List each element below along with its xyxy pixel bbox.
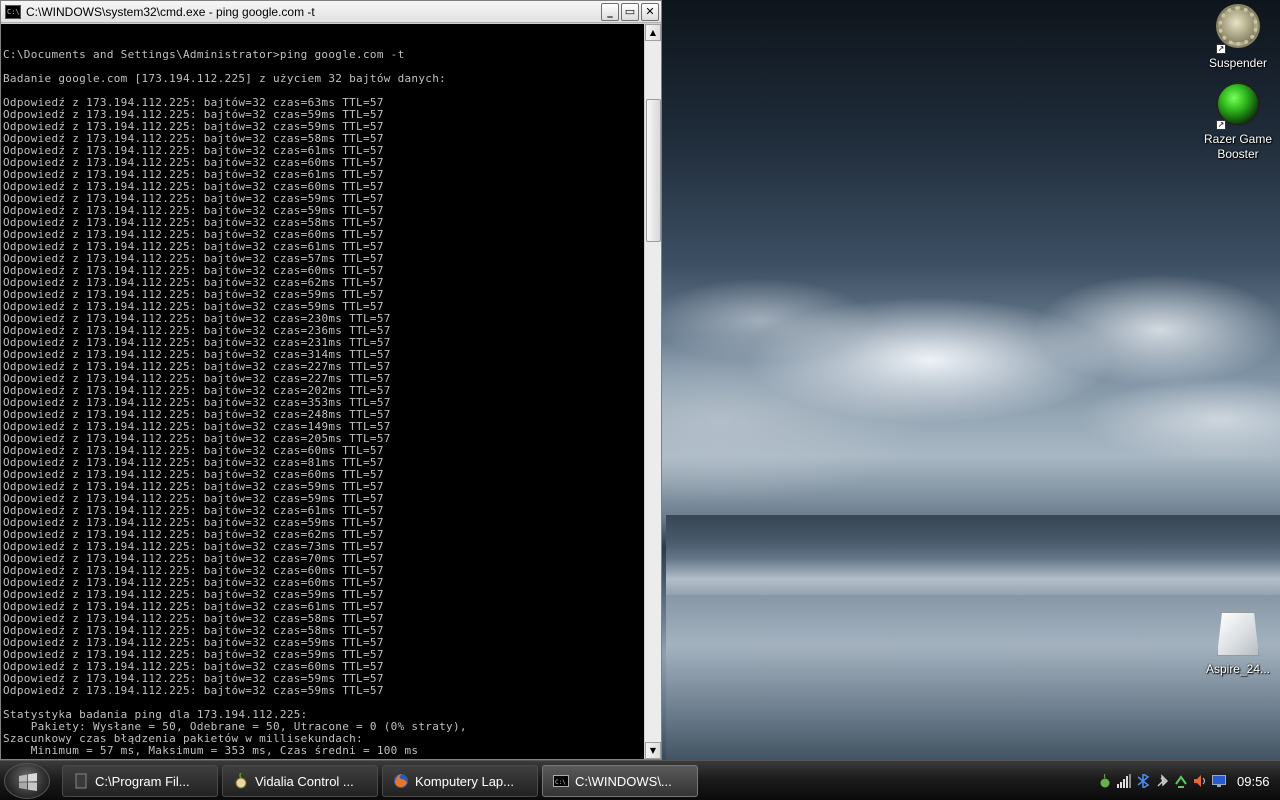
taskbar-item-cmd[interactable]: C:\ C:\WINDOWS\... [542, 765, 698, 797]
taskbar-item-label: C:\Program Fil... [95, 773, 190, 789]
scroll-up-arrow-icon[interactable]: ▲ [645, 24, 661, 41]
console-stats-line: Minimum = 57 ms, Maksimum = 353 ms, Czas… [3, 744, 419, 757]
start-button[interactable] [4, 763, 50, 799]
razer-booster-icon: ↗ [1214, 82, 1262, 130]
desktop-icon-label: Suspender [1208, 56, 1268, 70]
cmd-window[interactable]: C:\ C:\WINDOWS\system32\cmd.exe - ping g… [0, 0, 662, 760]
taskbar-item-label: Komputery Lap... [415, 773, 514, 789]
wallpaper-beach [666, 595, 1280, 760]
scroll-down-arrow-icon[interactable]: ▼ [645, 742, 661, 759]
firefox-icon [394, 774, 408, 788]
svg-text:C:\: C:\ [555, 779, 566, 786]
reply-list: Odpowiedź z 173.194.112.225: bajtów=32 c… [3, 97, 644, 697]
console-header-line: Badanie google.com [173.194.112.225] z u… [3, 72, 447, 85]
taskbar-item-firefox[interactable]: Komputery Lap... [382, 765, 538, 797]
desktop-icon-suspender[interactable]: ↗ Suspender [1196, 2, 1280, 71]
windows-logo-icon [19, 773, 37, 791]
display-icon[interactable] [1212, 774, 1226, 788]
ping-reply-prefix: Odpowiedź z 173.194.112.225: bajtów=32 c… [3, 684, 308, 697]
taskbar-item-label: Vidalia Control ... [255, 773, 354, 789]
system-tray: 09:56 [1098, 761, 1280, 800]
volume-icon[interactable] [1193, 774, 1207, 788]
wallpaper-sea [666, 515, 1280, 595]
window-title: C:\WINDOWS\system32\cmd.exe - ping googl… [26, 4, 315, 19]
ping-reply-value: 59ms TTL=57 [307, 684, 384, 697]
bluetooth-icon[interactable] [1136, 774, 1150, 788]
taskbar-clock[interactable]: 09:56 [1237, 774, 1270, 789]
console-prompt-line: C:\Documents and Settings\Administrator>… [3, 48, 405, 61]
desktop-icon-razer-game-booster[interactable]: ↗ Razer Game Booster [1196, 80, 1280, 162]
ping-reply-line: Odpowiedź z 173.194.112.225: bajtów=32 c… [3, 685, 644, 697]
console-icon: C:\ [553, 775, 569, 787]
shortcut-arrow-icon: ↗ [1216, 44, 1226, 54]
taskbar-item-vidalia[interactable]: Vidalia Control ... [222, 765, 378, 797]
console-scrollbar[interactable]: ▲ ▼ [644, 24, 661, 759]
vidalia-tray-icon[interactable] [1098, 774, 1112, 788]
cmd-titlebar[interactable]: C:\ C:\WINDOWS\system32\cmd.exe - ping g… [1, 1, 661, 23]
cmd-app-icon[interactable]: C:\ [5, 4, 21, 19]
onion-icon [235, 773, 247, 789]
taskbar-item-label: C:\WINDOWS\... [575, 773, 672, 789]
suspender-gear-icon: ↗ [1214, 6, 1262, 54]
desktop-icon-label: Razer Game Booster [1203, 132, 1273, 161]
drive-file-icon [1214, 612, 1262, 660]
folder-icon [75, 773, 87, 789]
minimize-button[interactable]: _ [601, 2, 619, 21]
maximize-button[interactable]: ▭ [621, 2, 639, 21]
desktop-icon-aspire[interactable]: Aspire_24... [1196, 610, 1280, 677]
desktop-icon-label: Aspire_24... [1205, 662, 1271, 676]
taskbar: C:\Program Fil... Vidalia Control ... Ko… [0, 760, 1280, 800]
shortcut-arrow-icon: ↗ [1216, 120, 1226, 130]
close-button[interactable]: ✕ [641, 2, 659, 21]
power-plug-icon[interactable] [1155, 774, 1169, 788]
signal-strength-icon[interactable] [1117, 774, 1131, 788]
network-arrows-icon[interactable] [1174, 774, 1188, 788]
taskbar-item-program-files[interactable]: C:\Program Fil... [62, 765, 218, 797]
console-output[interactable]: C:\Documents and Settings\Administrator>… [1, 24, 644, 759]
scrollbar-thumb[interactable] [646, 99, 661, 242]
